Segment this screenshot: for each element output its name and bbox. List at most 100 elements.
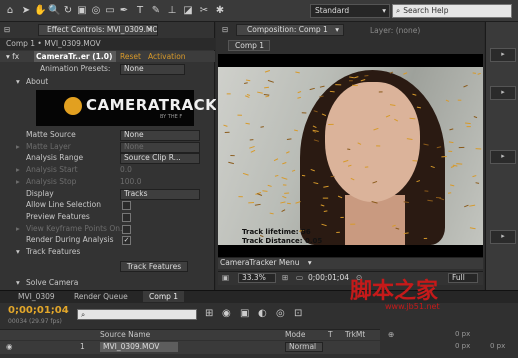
property-checkbox[interactable] [122, 201, 131, 211]
mask-icon[interactable]: ▭ [296, 273, 303, 282]
track-point-marker [347, 164, 352, 167]
rotate-tool-icon[interactable]: ↻ [62, 4, 74, 17]
right-panel-item-3[interactable]: ▸ [490, 150, 516, 164]
twirl-right-icon[interactable]: ▸ [16, 164, 20, 175]
lock-icon[interactable]: ⊟ [4, 25, 10, 34]
twirl-down-icon[interactable]: ▾ [16, 76, 20, 87]
solve-camera-group[interactable]: ▾ Solve Camera [0, 277, 215, 288]
effect-name[interactable]: CameraTr..er (1.0) [34, 51, 116, 62]
mode-header[interactable]: Mode [285, 330, 305, 339]
selection-tool-icon[interactable]: ➤ [20, 4, 32, 17]
tab-mvi-0309[interactable]: MVI_0309 [12, 291, 61, 302]
rectangle-tool-icon[interactable]: ▭ [104, 4, 116, 17]
px-value[interactable]: 0 px [490, 342, 505, 350]
track-point-marker [427, 199, 433, 202]
twirl-right-icon[interactable]: ▸ [16, 141, 20, 152]
workspace-select[interactable]: Standard ▾ [310, 4, 390, 18]
right-panel-item-2[interactable]: ▸ [490, 86, 516, 100]
zoom-tool-icon[interactable]: 🔍 [48, 4, 60, 17]
track-features-button[interactable]: Track Features [120, 261, 188, 272]
motion-blur-icon[interactable]: ◎ [276, 308, 285, 319]
about-label: About [26, 77, 49, 86]
track-point-marker [286, 151, 290, 154]
layer-name[interactable]: MVI_0309.MOV [100, 342, 178, 352]
t-header[interactable]: T [328, 330, 333, 339]
twirl-down-icon[interactable]: ▾ [16, 246, 20, 257]
tab-layer[interactable]: Layer: (none) [370, 26, 420, 35]
property-checkbox[interactable] [122, 212, 131, 222]
track-point-marker [463, 84, 468, 88]
track-point-marker [472, 72, 477, 74]
timeline-search-input[interactable]: ⌕ [77, 309, 197, 320]
about-row[interactable]: ▾ About [0, 76, 215, 87]
close-icon[interactable]: × [147, 25, 153, 35]
reset-link[interactable]: Reset [120, 51, 141, 62]
puppet-tool-icon[interactable]: ✱ [214, 4, 226, 17]
frame-blending-icon[interactable]: ◐ [258, 308, 267, 319]
brush-tool-icon[interactable]: ✎ [150, 4, 162, 17]
tab-comp-1[interactable]: Comp 1 [143, 291, 185, 302]
roto-tool-icon[interactable]: ✂ [198, 4, 210, 17]
property-row: ▸ Analysis Stop 100.0 [0, 176, 215, 187]
comp-navigator-button[interactable]: Comp 1 [228, 40, 270, 51]
zoom-dropdown[interactable]: 33.3% [238, 273, 276, 283]
resolution-dropdown[interactable]: Full [448, 273, 478, 283]
search-help-input[interactable]: ⌕ Search Help [392, 4, 512, 18]
source-name-header[interactable]: Source Name [100, 330, 150, 339]
effect-controls-breadcrumb: Comp 1 • MVI_0309.MOV [0, 38, 215, 50]
track-point-marker [448, 141, 454, 144]
layer-mode-dropdown[interactable]: Normal [285, 342, 323, 352]
track-point-marker [329, 90, 335, 93]
trkmat-header[interactable]: TrkMt [345, 330, 365, 339]
stopwatch-icon[interactable]: ⊕ [388, 330, 394, 339]
clone-tool-icon[interactable]: ⊥ [166, 4, 178, 17]
activation-link[interactable]: Activation [148, 51, 186, 62]
graph-editor-icon[interactable]: ⊡ [294, 308, 302, 319]
camera-tool-icon[interactable]: ▣ [76, 4, 88, 17]
track-features-group[interactable]: ▾ Track Features [0, 246, 215, 257]
lock-icon[interactable]: ⊟ [222, 25, 228, 34]
track-point-marker [389, 104, 396, 106]
tab-render-queue[interactable]: Render Queue [68, 291, 134, 302]
twirl-down-icon[interactable]: ▾ [16, 277, 20, 288]
fx-icon[interactable]: ▾ fx [6, 51, 19, 62]
track-point-marker [273, 158, 279, 162]
home-icon[interactable]: ⌂ [4, 4, 16, 17]
property-dropdown[interactable]: None [120, 130, 200, 141]
eye-icon[interactable]: ◉ [6, 342, 13, 351]
track-point-marker [392, 224, 396, 227]
composition-mini-flowchart-icon[interactable]: ⊞ [205, 308, 213, 319]
pan-behind-tool-icon[interactable]: ◎ [90, 4, 102, 17]
px-value[interactable]: 0 px [455, 330, 470, 338]
tab-effect-controls[interactable]: Effect Controls: MVI_0309.MOV × [38, 24, 158, 36]
draft-3d-icon[interactable]: ◉ [222, 308, 231, 319]
type-tool-icon[interactable]: T [134, 4, 146, 17]
track-point-marker [412, 93, 417, 96]
chevron-down-icon[interactable]: ▾ [335, 25, 339, 35]
right-panel-item-1[interactable]: ▸ [490, 48, 516, 62]
track-point-marker [436, 146, 442, 149]
twirl-right-icon[interactable]: ▸ [16, 223, 20, 234]
property-label: Matte Source [26, 130, 76, 139]
pen-tool-icon[interactable]: ✒ [118, 4, 130, 17]
px-value[interactable]: 0 px [455, 342, 470, 350]
property-checkbox[interactable]: ✓ [122, 236, 131, 246]
property-dropdown[interactable]: Source Clip R... [120, 153, 200, 165]
tab-composition[interactable]: Composition: Comp 1 ▾ [236, 24, 344, 36]
hide-shy-icon[interactable]: ▣ [240, 308, 249, 319]
eraser-tool-icon[interactable]: ◪ [182, 4, 194, 17]
track-point-marker [297, 91, 302, 94]
table-row[interactable] [0, 341, 380, 354]
cameratracker-menu[interactable]: CameraTracker Menu ▾ [220, 258, 312, 267]
timeline-timecode[interactable]: 0;00;01;04 [8, 305, 69, 316]
monitor-icon[interactable]: ▣ [222, 273, 229, 282]
twirl-right-icon[interactable]: ▸ [16, 176, 20, 187]
grid-icon[interactable]: ⊞ [282, 273, 288, 282]
right-panel-item-4[interactable]: ▸ [490, 230, 516, 244]
property-dropdown[interactable]: Tracks [120, 188, 200, 200]
track-point-marker [264, 70, 271, 73]
track-point-marker [450, 184, 455, 187]
animation-presets-dropdown[interactable]: None [120, 64, 185, 75]
current-time-display[interactable]: 0;00;01;04 [308, 273, 349, 282]
hand-tool-icon[interactable]: ✋ [34, 4, 46, 17]
